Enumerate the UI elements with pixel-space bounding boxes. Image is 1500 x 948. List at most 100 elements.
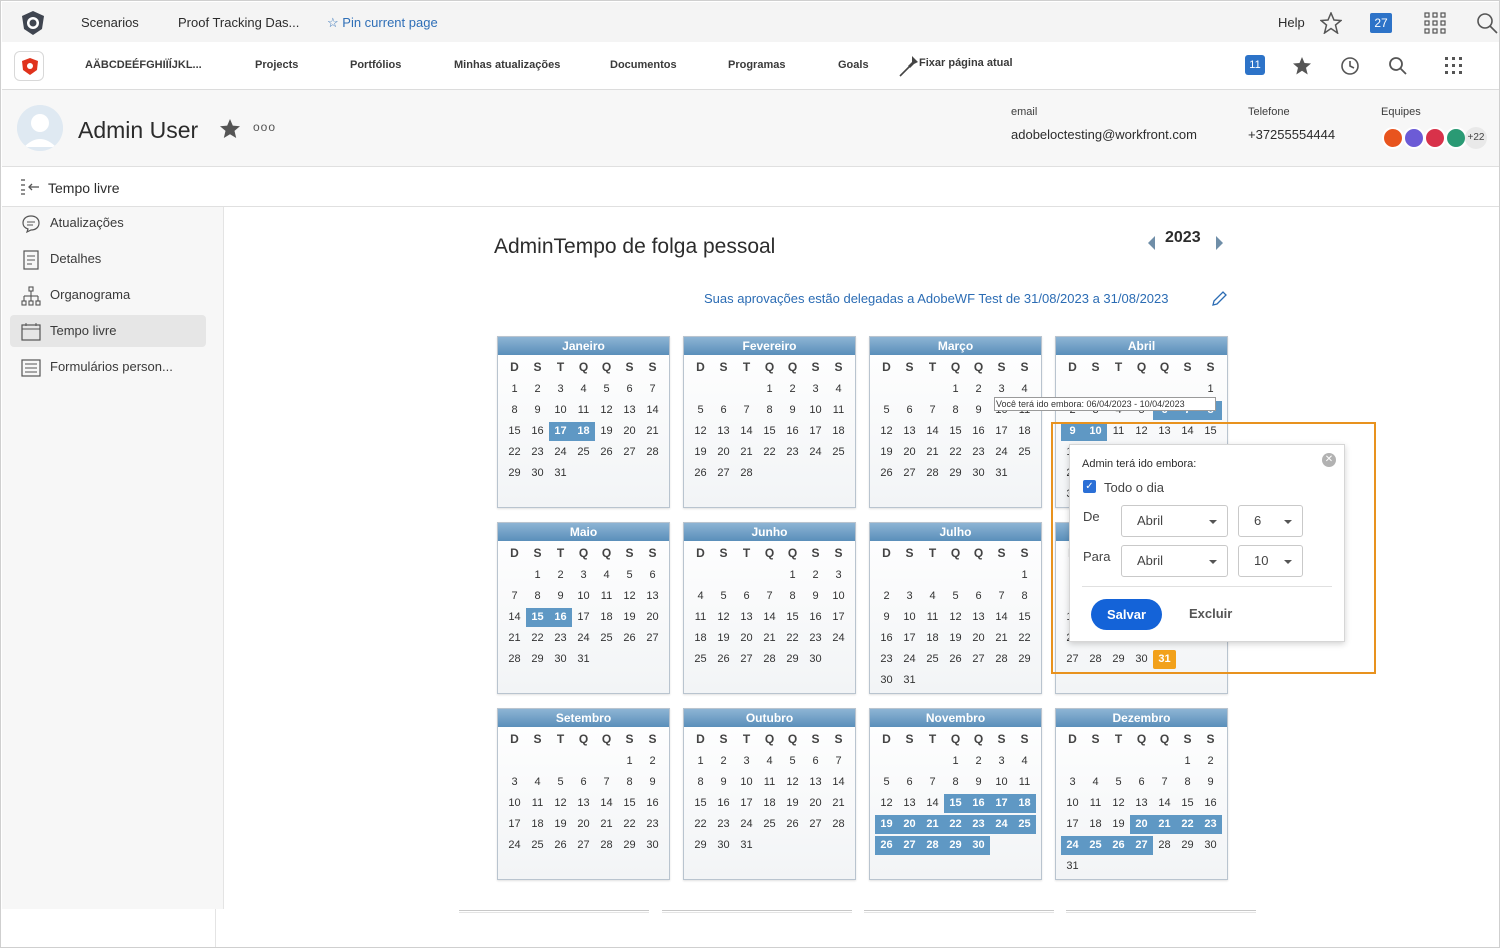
calendar-day[interactable]: 17 [898, 629, 921, 648]
calendar-day[interactable]: 7 [921, 401, 944, 420]
calendar-day[interactable]: 22 [689, 815, 712, 834]
calendar-day[interactable]: 11 [689, 608, 712, 627]
calendar-day[interactable]: 12 [618, 587, 641, 606]
calendar-day[interactable]: 6 [967, 587, 990, 606]
calendar-day[interactable]: 24 [990, 815, 1013, 834]
calendar-day[interactable]: 7 [1153, 773, 1176, 792]
calendar-day[interactable]: 11 [572, 401, 595, 420]
from-month-select[interactable]: Abril [1121, 505, 1228, 537]
calendar-day[interactable]: 13 [712, 422, 735, 441]
calendar-day[interactable]: 5 [712, 587, 735, 606]
calendar-day[interactable]: 9 [804, 587, 827, 606]
calendar-day[interactable]: 20 [1130, 815, 1153, 834]
calendar-day[interactable]: 25 [595, 629, 618, 648]
calendar-day[interactable]: 9 [1199, 773, 1222, 792]
calendar-day[interactable]: 29 [781, 650, 804, 669]
calendar-day[interactable]: 8 [781, 587, 804, 606]
calendar-day[interactable]: 13 [967, 608, 990, 627]
nav-item-programs[interactable]: Programas [728, 59, 785, 71]
calendar-day[interactable]: 19 [689, 443, 712, 462]
calendar-day[interactable]: 20 [735, 629, 758, 648]
calendar-day[interactable]: 3 [990, 752, 1013, 771]
calendar-day[interactable]: 23 [526, 443, 549, 462]
calendar-day[interactable]: 31 [990, 464, 1013, 483]
calendar-day[interactable]: 30 [712, 836, 735, 855]
calendar-day[interactable]: 7 [827, 752, 850, 771]
calendar-day[interactable]: 25 [572, 443, 595, 462]
calendar-day[interactable]: 7 [758, 587, 781, 606]
updates-badge[interactable]: 11 [1245, 55, 1265, 75]
calendar-day[interactable]: 21 [827, 794, 850, 813]
calendar-day[interactable]: 31 [735, 836, 758, 855]
team-avatar[interactable] [1403, 127, 1425, 149]
calendar-day[interactable]: 27 [572, 836, 595, 855]
calendar-day[interactable]: 1 [1176, 752, 1199, 771]
calendar-day[interactable]: 3 [572, 566, 595, 585]
sidebar-item-details[interactable]: Detalhes [10, 243, 206, 275]
calendar-day[interactable]: 27 [898, 836, 921, 855]
avatar[interactable] [17, 105, 63, 151]
calendar-day[interactable]: 19 [712, 629, 735, 648]
calendar-day[interactable]: 13 [898, 794, 921, 813]
calendar-day[interactable]: 5 [781, 752, 804, 771]
calendar-day[interactable]: 15 [526, 608, 549, 627]
calendar-day[interactable]: 22 [758, 443, 781, 462]
calendar-day[interactable]: 20 [898, 815, 921, 834]
calendar-day[interactable]: 21 [921, 443, 944, 462]
calendar-day[interactable]: 23 [712, 815, 735, 834]
calendar-day[interactable]: 30 [1199, 836, 1222, 855]
nav-item-documents[interactable]: Documentos [610, 59, 677, 71]
calendar-day[interactable]: 25 [689, 650, 712, 669]
calendar-day[interactable]: 12 [1107, 794, 1130, 813]
calendar-day[interactable]: 23 [641, 815, 664, 834]
calendar-day[interactable]: 28 [1153, 836, 1176, 855]
calendar-day[interactable]: 15 [758, 422, 781, 441]
lion-logo-icon[interactable] [20, 10, 46, 36]
teams-more-badge[interactable]: +22 [1465, 127, 1487, 149]
calendar-day[interactable]: 8 [689, 773, 712, 792]
calendar-day[interactable]: 28 [921, 464, 944, 483]
calendar-day[interactable]: 4 [921, 587, 944, 606]
calendar-day[interactable]: 20 [967, 629, 990, 648]
calendar-day[interactable]: 6 [641, 566, 664, 585]
calendar-day[interactable]: 28 [595, 836, 618, 855]
calendar-day[interactable]: 19 [944, 629, 967, 648]
calendar-day[interactable]: 22 [503, 443, 526, 462]
calendar-day[interactable]: 19 [595, 422, 618, 441]
calendar-day[interactable]: 22 [526, 629, 549, 648]
calendar-day[interactable]: 25 [1013, 815, 1036, 834]
calendar-day[interactable]: 14 [827, 773, 850, 792]
prev-year-arrow-icon[interactable] [1148, 236, 1155, 250]
calendar-day[interactable]: 19 [1107, 815, 1130, 834]
calendar-day[interactable]: 18 [595, 608, 618, 627]
calendar-day[interactable]: 28 [735, 464, 758, 483]
calendar-day[interactable]: 24 [572, 629, 595, 648]
calendar-day[interactable]: 4 [758, 752, 781, 771]
calendar-day[interactable]: 14 [990, 608, 1013, 627]
to-day-select[interactable]: 10 [1238, 545, 1303, 577]
calendar-day[interactable]: 12 [689, 422, 712, 441]
tab-scenarios[interactable]: Scenarios [81, 15, 139, 30]
calendar-day[interactable]: 28 [827, 815, 850, 834]
calendar-day[interactable]: 11 [921, 608, 944, 627]
calendar-day[interactable]: 17 [804, 422, 827, 441]
calendar-day[interactable]: 1 [781, 566, 804, 585]
calendar-day[interactable]: 12 [781, 773, 804, 792]
tab-proof-tracking[interactable]: Proof Tracking Das... [178, 15, 299, 30]
calendar-day[interactable]: 26 [712, 650, 735, 669]
calendar-day[interactable]: 19 [618, 608, 641, 627]
close-icon[interactable]: ✕ [1322, 453, 1336, 467]
next-year-arrow-icon[interactable] [1216, 236, 1223, 250]
calendar-day[interactable]: 13 [641, 587, 664, 606]
calendar-day[interactable]: 26 [595, 443, 618, 462]
nav-apps-icon[interactable] [1443, 55, 1465, 77]
calendar-day[interactable]: 1 [526, 566, 549, 585]
calendar-day[interactable]: 25 [921, 650, 944, 669]
calendar-day[interactable]: 30 [875, 671, 898, 690]
calendar-day[interactable]: 29 [1176, 836, 1199, 855]
calendar-day[interactable]: 7 [641, 380, 664, 399]
calendar-day[interactable]: 10 [804, 401, 827, 420]
calendar-day[interactable]: 10 [1061, 794, 1084, 813]
calendar-day[interactable]: 9 [875, 608, 898, 627]
team-avatar[interactable] [1424, 127, 1446, 149]
